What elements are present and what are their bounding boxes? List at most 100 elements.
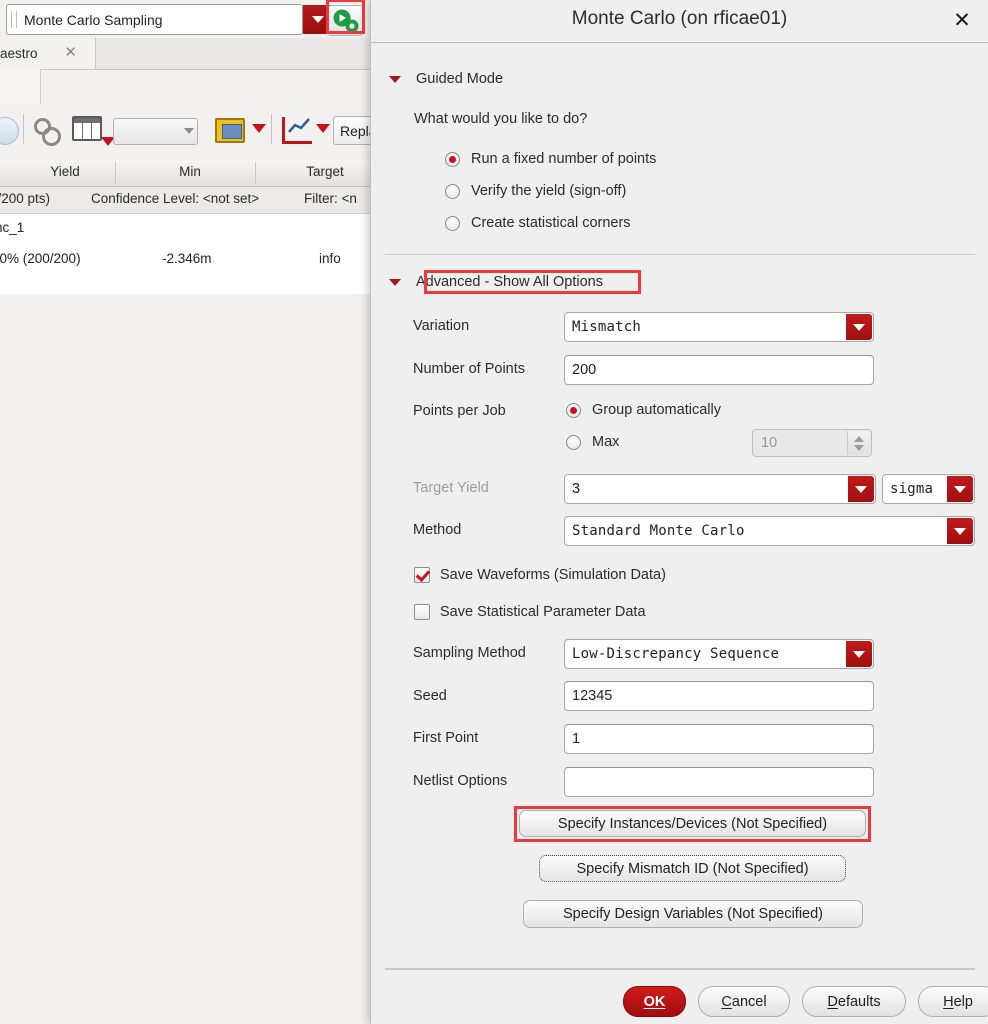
max-points-spinner[interactable]: 10: [752, 429, 872, 457]
toolbar-separator: [23, 114, 24, 144]
method-value: Standard Monte Carlo: [572, 523, 745, 539]
method-dropdown-arrow[interactable]: [947, 518, 973, 544]
cancel-button[interactable]: Cancel: [698, 986, 790, 1017]
column-header-target[interactable]: Target: [280, 164, 370, 179]
sub-tab[interactable]: [0, 69, 41, 105]
target-yield-unit-dropdown-arrow[interactable]: [947, 476, 973, 502]
column-header-min[interactable]: Min: [140, 164, 240, 179]
defaults-button[interactable]: Defaults: [802, 986, 906, 1017]
target-yield-value: 3: [572, 481, 581, 497]
close-icon[interactable]: ✕: [64, 45, 77, 60]
save-waveforms-row[interactable]: Save Waveforms (Simulation Data): [414, 567, 666, 583]
table-header-row: Yield Min Target: [0, 160, 375, 187]
method-combo[interactable]: Standard Monte Carlo: [564, 516, 975, 546]
triangle-down-icon[interactable]: [389, 278, 401, 286]
number-of-points-label: Number of Points: [413, 361, 526, 377]
spinner-down-icon[interactable]: [854, 444, 864, 451]
results-table: Yield Min Target d/200 pts) Confidence L…: [0, 160, 375, 294]
advanced-section-header[interactable]: Advanced - Show All Options: [389, 274, 603, 290]
option-create-corners[interactable]: Create statistical corners: [445, 215, 631, 231]
sampling-method-label: Sampling Method: [413, 645, 526, 661]
spinner-buttons[interactable]: [847, 431, 870, 455]
tab-maestro[interactable]: aestro ✕: [0, 38, 96, 69]
guided-mode-section-header[interactable]: Guided Mode: [389, 71, 503, 87]
chevron-down-icon: [312, 16, 324, 23]
target-yield-unit-value: sigma: [890, 481, 934, 497]
run-sampling-button[interactable]: [328, 5, 363, 36]
footer-divider: [385, 968, 975, 970]
first-point-input[interactable]: 1: [564, 724, 874, 754]
option-run-fixed-points[interactable]: Run a fixed number of points: [445, 151, 656, 167]
triangle-down-icon[interactable]: [389, 75, 401, 83]
table-body: nc_1 00% (200/200) -2.346m info: [0, 214, 375, 294]
run-with-gear-icon: [333, 9, 359, 33]
option-max-points-per-job[interactable]: Max: [566, 434, 619, 450]
replace-button[interactable]: Repla: [333, 116, 375, 145]
toolbar-combo[interactable]: [113, 118, 198, 145]
ok-button[interactable]: OK: [623, 986, 686, 1017]
background-toolbar-top: Monte Carlo Sampling: [0, 4, 375, 37]
plot-icon[interactable]: [282, 117, 312, 144]
save-waveforms-checkbox[interactable]: [414, 567, 430, 583]
target-yield-combo[interactable]: 3: [564, 474, 876, 504]
annotate-icon[interactable]: [215, 118, 245, 143]
radio-verify-yield[interactable]: [445, 183, 460, 199]
variation-dropdown-arrow[interactable]: [846, 314, 872, 340]
option-verify-yield[interactable]: Verify the yield (sign-off): [445, 183, 626, 199]
sampling-method-combo[interactable]: Low-Discrepancy Sequence: [564, 639, 874, 669]
monte-carlo-dialog: Monte Carlo (on rficae01) ✕ Guided Mode …: [370, 0, 988, 1024]
target-yield-dropdown-arrow[interactable]: [848, 476, 874, 502]
radio-group-automatically[interactable]: [566, 402, 581, 418]
table-cell-target[interactable]: info: [319, 251, 341, 266]
toolbar-separator-2: [271, 114, 272, 144]
table-subheader-row: d/200 pts) Confidence Level: <not set> F…: [0, 187, 375, 214]
seed-input[interactable]: 12345: [564, 681, 874, 711]
specify-design-variables-button[interactable]: Specify Design Variables (Not Specified): [523, 900, 863, 928]
dialog-title: Monte Carlo (on rficae01): [571, 8, 788, 29]
chevron-down-icon: [855, 485, 867, 493]
analysis-selector-value: Monte Carlo Sampling: [24, 11, 163, 28]
points-per-job-label: Points per Job: [413, 403, 506, 419]
radio-label: Run a fixed number of points: [471, 151, 657, 167]
radio-create-corners[interactable]: [445, 215, 460, 231]
save-statistical-row[interactable]: Save Statistical Parameter Data: [414, 604, 646, 620]
specify-mismatch-id-button[interactable]: Specify Mismatch ID (Not Specified): [539, 855, 846, 882]
method-label: Method: [413, 522, 462, 538]
section-divider: [385, 254, 975, 255]
help-mnemonic: H: [943, 993, 954, 1010]
plot-dropdown-icon[interactable]: [316, 124, 330, 133]
netlist-options-input[interactable]: [564, 767, 874, 797]
annotate-dropdown-icon[interactable]: [252, 124, 266, 133]
tab-strip: aestro ✕: [0, 38, 375, 70]
sampling-method-dropdown-arrow[interactable]: [846, 641, 872, 667]
analysis-selector-combo[interactable]: Monte Carlo Sampling: [6, 4, 303, 35]
radio-max[interactable]: [566, 434, 581, 450]
advanced-label: Advanced - Show All Options: [416, 274, 603, 290]
sampling-method-value: Low-Discrepancy Sequence: [572, 646, 780, 662]
number-of-points-input[interactable]: 200: [564, 355, 874, 385]
gear-icon[interactable]: [32, 118, 62, 146]
close-icon[interactable]: ✕: [950, 10, 974, 34]
run-icon[interactable]: [0, 117, 19, 145]
target-yield-unit-combo[interactable]: sigma: [882, 474, 975, 504]
save-statistical-checkbox[interactable]: [414, 604, 430, 620]
cancel-label-rest: ancel: [731, 993, 767, 1010]
table-row-name[interactable]: nc_1: [0, 220, 24, 235]
table-cell-min: -2.346m: [162, 251, 212, 266]
help-label-rest: elp: [953, 993, 973, 1010]
radio-run-fixed-points[interactable]: [445, 151, 460, 167]
chevron-down-icon: [954, 485, 966, 493]
table-cell-yield: 00% (200/200): [0, 251, 81, 266]
chevron-down-icon: [954, 527, 966, 535]
variation-combo[interactable]: Mismatch: [564, 312, 874, 342]
background-application-window: Monte Carlo Sampling aestro ✕ Repla Yiel…: [0, 0, 375, 1024]
radio-label: Group automatically: [592, 402, 721, 418]
spinner-up-icon[interactable]: [854, 435, 864, 442]
option-group-automatically[interactable]: Group automatically: [566, 402, 721, 418]
subheader-filter: Filter: <n: [304, 191, 357, 206]
specify-instances-devices-button[interactable]: Specify Instances/Devices (Not Specified…: [519, 810, 866, 837]
help-button[interactable]: Help: [918, 986, 988, 1017]
target-yield-label: Target Yield: [413, 480, 489, 496]
column-header-yield[interactable]: Yield: [10, 164, 120, 179]
results-table-icon[interactable]: [72, 116, 102, 141]
